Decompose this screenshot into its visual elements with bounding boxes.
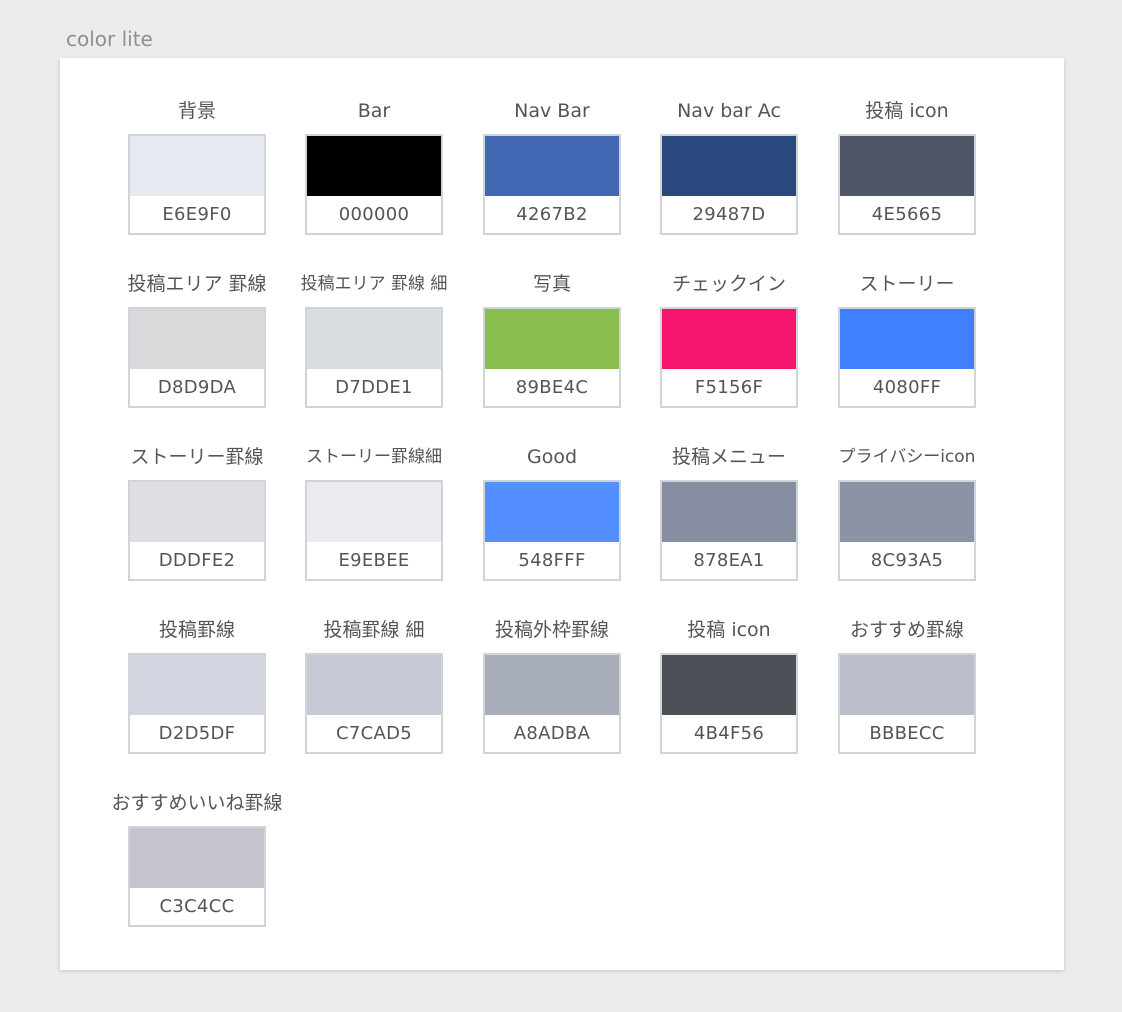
swatch-color (840, 136, 974, 196)
swatch-card: 878EA1 (660, 480, 798, 581)
swatch-card: 4080FF (838, 307, 976, 408)
swatch-card: E9EBEE (305, 480, 443, 581)
swatch-color (662, 655, 796, 715)
swatch-color (130, 309, 264, 369)
color-swatch[interactable]: プライバシーicon 8C93A5 (818, 442, 996, 602)
swatch-card: 4B4F56 (660, 653, 798, 754)
swatch-card: 000000 (305, 134, 443, 235)
swatch-color (662, 136, 796, 196)
swatch-card: D8D9DA (128, 307, 266, 408)
color-swatch[interactable]: 投稿メニュー 878EA1 (640, 442, 818, 602)
swatch-card: 4E5665 (838, 134, 976, 235)
swatch-hex-code: DDDFE2 (158, 550, 236, 571)
swatch-card: C3C4CC (128, 826, 266, 927)
swatch-label: おすすめ罫線 (849, 619, 964, 641)
swatch-hex-code: 4B4F56 (693, 723, 765, 744)
color-swatch[interactable]: 背景 E6E9F0 (108, 96, 286, 256)
color-swatch[interactable]: Nav bar Ac 29487D (640, 96, 818, 256)
swatch-hex-code: 29487D (692, 204, 766, 225)
swatch-color (662, 482, 796, 542)
color-swatch[interactable]: おすすめいいね罫線 C3C4CC (108, 788, 286, 948)
color-swatch[interactable]: 投稿罫線 D2D5DF (108, 615, 286, 775)
swatch-card: 8C93A5 (838, 480, 976, 581)
swatch-card: BBBECC (838, 653, 976, 754)
swatch-card: 29487D (660, 134, 798, 235)
swatch-hex-code: 4267B2 (516, 204, 588, 225)
swatch-hex-code: C3C4CC (159, 896, 235, 917)
swatch-hex-code: D7DDE1 (335, 377, 413, 398)
color-swatch[interactable]: 投稿エリア 罫線 D8D9DA (108, 269, 286, 429)
color-swatch[interactable]: 写真 89BE4C (463, 269, 641, 429)
swatch-hex-code: 548FFF (518, 550, 586, 571)
swatch-card: D2D5DF (128, 653, 266, 754)
swatch-color (840, 482, 974, 542)
swatch-label: おすすめいいね罫線 (111, 792, 283, 814)
color-swatch[interactable]: チェックイン F5156F (640, 269, 818, 429)
frame-title: color lite (66, 27, 153, 51)
swatch-hex-code: D8D9DA (157, 377, 237, 398)
swatch-hex-code: 89BE4C (515, 377, 589, 398)
color-swatch[interactable]: おすすめ罫線 BBBECC (818, 615, 996, 775)
swatch-card: 548FFF (483, 480, 621, 581)
swatch-hex-code: 4080FF (872, 377, 942, 398)
swatch-hex-code: 8C93A5 (870, 550, 944, 571)
swatch-color (307, 136, 441, 196)
swatch-color (307, 309, 441, 369)
swatch-hex-code: C7CAD5 (335, 723, 412, 744)
swatch-hex-code: 000000 (338, 204, 410, 225)
swatch-color (662, 309, 796, 369)
color-swatch[interactable]: ストーリー罫線 DDDFE2 (108, 442, 286, 602)
swatch-card: D7DDE1 (305, 307, 443, 408)
swatch-card: 4267B2 (483, 134, 621, 235)
swatch-hex-code: D2D5DF (158, 723, 236, 744)
swatch-color (840, 655, 974, 715)
swatch-color (130, 482, 264, 542)
swatch-color (485, 482, 619, 542)
swatch-card: A8ADBA (483, 653, 621, 754)
swatch-hex-code: A8ADBA (513, 723, 591, 744)
swatch-hex-code: E9EBEE (338, 550, 410, 571)
color-swatch[interactable]: Good 548FFF (463, 442, 641, 602)
swatch-color (130, 655, 264, 715)
swatch-color (485, 136, 619, 196)
swatch-label: 投稿 icon (865, 100, 949, 122)
color-swatch[interactable]: Bar 000000 (285, 96, 463, 256)
swatch-hex-code: 878EA1 (693, 550, 765, 571)
swatch-color (307, 482, 441, 542)
swatch-color (485, 309, 619, 369)
color-swatch[interactable]: 投稿 icon 4B4F56 (640, 615, 818, 775)
swatch-card: F5156F (660, 307, 798, 408)
swatch-card: DDDFE2 (128, 480, 266, 581)
color-swatch[interactable]: ストーリー 4080FF (818, 269, 996, 429)
swatch-color (840, 309, 974, 369)
swatch-hex-code: E6E9F0 (162, 204, 232, 225)
swatch-card: 89BE4C (483, 307, 621, 408)
color-swatch[interactable]: Nav Bar 4267B2 (463, 96, 641, 256)
color-swatch[interactable]: 投稿外枠罫線 A8ADBA (463, 615, 641, 775)
swatch-color (307, 655, 441, 715)
swatch-card: E6E9F0 (128, 134, 266, 235)
color-palette-artboard: 背景 E6E9F0 Bar 000000 Nav Bar 4267B2 Nav … (60, 58, 1064, 970)
swatch-hex-code: BBBECC (869, 723, 945, 744)
color-swatch[interactable]: 投稿 icon 4E5665 (818, 96, 996, 256)
swatch-color (130, 136, 264, 196)
color-swatch[interactable]: 投稿エリア 罫線 細 D7DDE1 (285, 269, 463, 429)
swatch-card: C7CAD5 (305, 653, 443, 754)
swatch-hex-code: F5156F (694, 377, 764, 398)
swatch-label: ストーリー (859, 273, 955, 295)
swatch-label: プライバシーicon (838, 447, 976, 467)
color-swatch[interactable]: 投稿罫線 細 C7CAD5 (285, 615, 463, 775)
color-swatch[interactable]: ストーリー罫線細 E9EBEE (285, 442, 463, 602)
swatch-color (485, 655, 619, 715)
swatch-color (130, 828, 264, 888)
swatch-hex-code: 4E5665 (871, 204, 943, 225)
